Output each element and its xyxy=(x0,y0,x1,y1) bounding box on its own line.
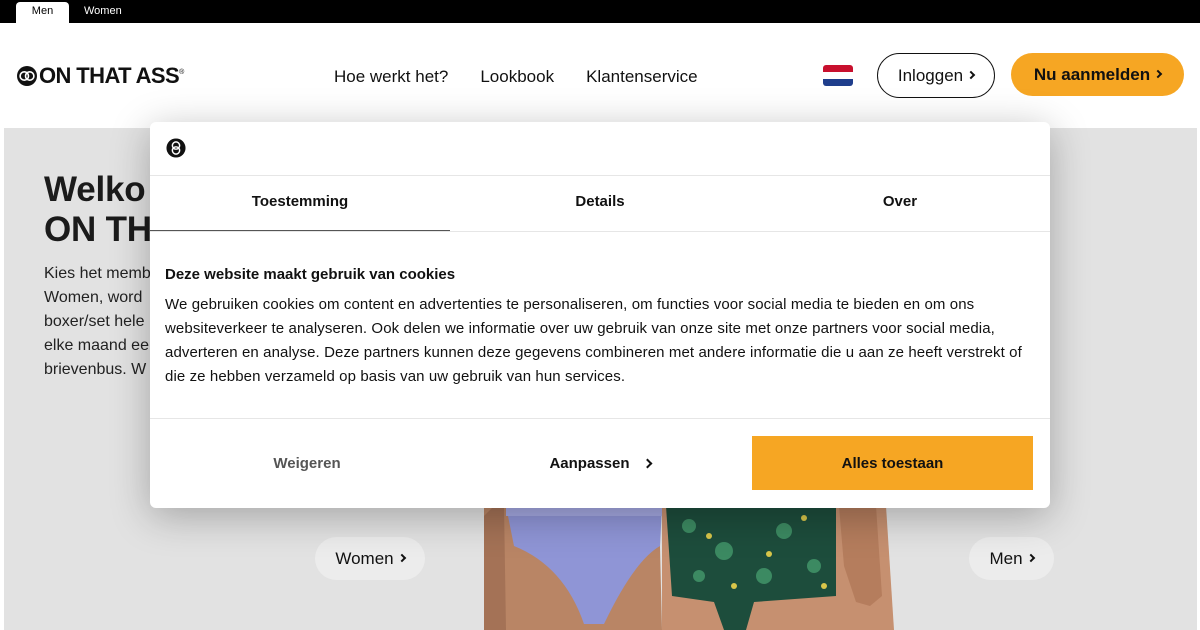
tab-about[interactable]: Over xyxy=(750,176,1050,232)
consent-body-text: We gebruiken cookies om content en adver… xyxy=(165,296,1022,385)
brand-name: ON THAT ASS xyxy=(39,63,180,88)
tab-details[interactable]: Details xyxy=(450,176,750,232)
main-nav: Hoe werkt het? Lookbook Klantenservice xyxy=(334,67,698,87)
chevron-right-icon xyxy=(642,458,652,468)
hero-title-line2: ON TH xyxy=(44,210,152,249)
customize-label: Aanpassen xyxy=(549,454,630,472)
men-label: Men xyxy=(989,548,1023,568)
signup-label: Nu aanmelden xyxy=(1033,64,1151,84)
brand-logo[interactable]: ON THAT ASS ® xyxy=(16,63,184,89)
hero-title: Welko ON TH xyxy=(44,170,152,250)
divider xyxy=(150,231,1050,232)
consent-tabs: Toestemming Details Over xyxy=(150,176,1050,232)
women-label: Women xyxy=(335,548,394,568)
site-header: ON THAT ASS ® Hoe werkt het? Lookbook Kla… xyxy=(0,23,1200,128)
nav-lookbook[interactable]: Lookbook xyxy=(480,67,554,87)
consent-heading: Deze website maakt gebruik van cookies xyxy=(165,266,456,283)
hero-title-line1: Welko xyxy=(44,170,146,209)
divider xyxy=(150,418,1050,419)
gender-bar: Men Women xyxy=(0,0,1200,23)
chevron-right-icon xyxy=(966,70,976,79)
login-label: Inloggen xyxy=(897,65,964,85)
registered-mark: ® xyxy=(179,68,185,76)
deny-button[interactable]: Weigeren xyxy=(166,436,448,490)
netherlands-flag-icon[interactable] xyxy=(823,65,853,86)
hero-product-image xyxy=(484,506,894,630)
brand-mark-icon xyxy=(17,66,37,86)
chevron-right-icon xyxy=(1026,553,1035,562)
chevron-right-icon xyxy=(397,553,406,562)
brand-mark-icon xyxy=(166,138,186,158)
tab-women[interactable]: Women xyxy=(70,2,136,23)
tab-consent[interactable]: Toestemming xyxy=(150,176,450,232)
chevron-right-icon xyxy=(1153,69,1163,78)
signup-button[interactable]: Nu aanmelden xyxy=(1011,53,1184,96)
cookie-consent-dialog: Toestemming Details Over Deze website ma… xyxy=(150,122,1050,508)
tab-men[interactable]: Men xyxy=(16,2,69,23)
customize-button[interactable]: Aanpassen xyxy=(455,436,745,490)
men-button[interactable]: Men xyxy=(969,537,1054,580)
women-button[interactable]: Women xyxy=(315,537,425,580)
allow-all-button[interactable]: Alles toestaan xyxy=(752,436,1033,490)
login-button[interactable]: Inloggen xyxy=(877,53,995,98)
nav-how-it-works[interactable]: Hoe werkt het? xyxy=(334,67,448,87)
nav-customer-service[interactable]: Klantenservice xyxy=(586,67,698,87)
